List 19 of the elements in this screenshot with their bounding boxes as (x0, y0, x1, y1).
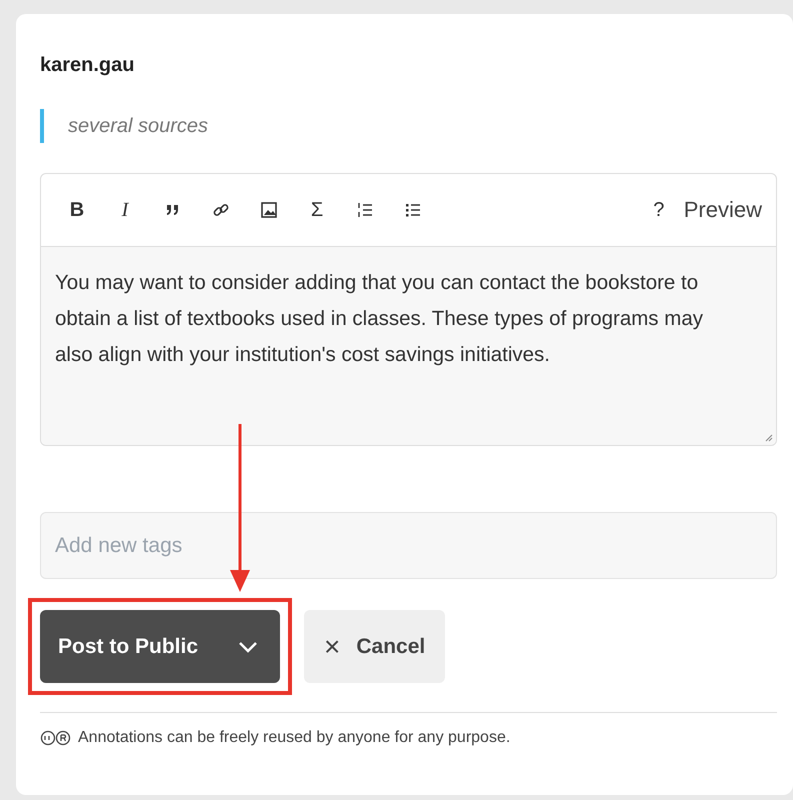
numbered-list-icon (356, 201, 374, 219)
bold-tool-button[interactable]: B (53, 190, 101, 230)
image-icon (260, 201, 278, 219)
license-text: Annotations can be freely reused by anyone for any purpose. (78, 729, 510, 747)
tags-field[interactable]: Add new tags (40, 512, 777, 579)
cc-license-icon (40, 730, 72, 746)
italic-tool-button[interactable]: I (101, 190, 149, 230)
resize-handle-icon[interactable] (765, 434, 773, 442)
bulleted-list-icon (404, 201, 422, 219)
quoted-text: several sources (40, 109, 777, 143)
preview-tab[interactable]: Preview (674, 190, 762, 230)
quote-icon (165, 203, 181, 217)
post-button[interactable]: Post to Public (40, 610, 280, 683)
chevron-down-icon (238, 640, 258, 652)
username: karen.gau (40, 54, 136, 77)
link-icon (212, 201, 230, 219)
help-button[interactable]: ? (644, 190, 674, 230)
cancel-button[interactable]: × Cancel (304, 610, 446, 683)
math-tool-button[interactable]: Σ (293, 190, 341, 230)
